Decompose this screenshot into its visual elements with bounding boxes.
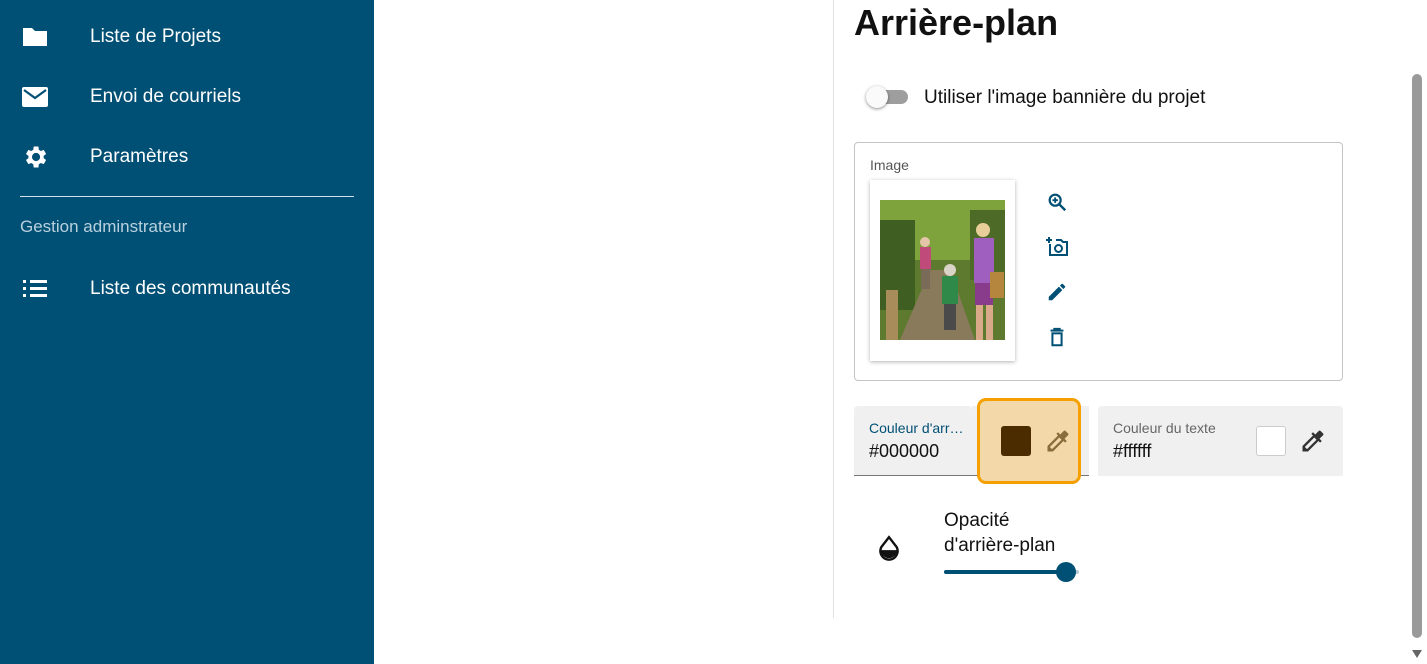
eyedropper-icon[interactable] — [1044, 427, 1072, 455]
hikers-photo — [880, 200, 1005, 340]
panel-divider — [833, 0, 834, 618]
sidebar: Liste de Projets Envoi de courriels Para… — [0, 0, 374, 664]
background-color-swatch[interactable] — [1001, 426, 1031, 456]
slider-fill — [944, 570, 1066, 574]
scroll-down-arrow[interactable] — [1412, 650, 1422, 658]
add-photo-icon — [1046, 237, 1068, 256]
sidebar-item-label: Liste des communautés — [90, 278, 291, 299]
sidebar-divider — [20, 196, 354, 197]
opacity-label: Opacité d'arrière-plan — [944, 510, 1056, 556]
edit-image-button[interactable] — [1043, 278, 1071, 306]
sidebar-item-label: Liste de Projets — [90, 26, 221, 47]
add-photo-button[interactable] — [1043, 233, 1071, 261]
sidebar-item-label: Paramètres — [90, 146, 189, 167]
eyedropper-icon[interactable] — [1299, 427, 1327, 455]
sidebar-item-settings[interactable]: Paramètres — [0, 133, 374, 181]
mail-icon — [20, 82, 50, 112]
text-color-value: #ffffff — [1113, 441, 1152, 461]
sidebar-section-title: Gestion adminstrateur — [20, 217, 188, 236]
background-color-value: #000000 — [869, 441, 940, 461]
image-thumbnail[interactable] — [870, 180, 1015, 361]
background-color-label: Couleur d'arrière-plan — [869, 420, 965, 436]
sidebar-item-label: Envoi de courriels — [90, 86, 242, 107]
zoom-in-icon — [1048, 193, 1067, 212]
sidebar-item-projects[interactable]: Liste de Projets — [0, 13, 374, 61]
toggle-thumb — [866, 86, 888, 108]
banner-toggle[interactable] — [866, 85, 912, 109]
list-icon — [20, 274, 50, 304]
folder-icon — [20, 22, 50, 52]
image-field-legend: Image — [870, 157, 909, 173]
zoom-in-button[interactable] — [1043, 188, 1071, 216]
slider-thumb[interactable] — [1055, 562, 1076, 582]
background-color-field[interactable]: Couleur d'arrière-plan #000000 — [854, 406, 972, 476]
text-color-label: Couleur du texte — [1113, 420, 1216, 436]
opacity-slider[interactable] — [944, 561, 1079, 583]
banner-toggle-label: Utiliser l'image bannière du projet — [924, 87, 1206, 108]
sidebar-item-communities[interactable]: Liste des communautés — [0, 265, 374, 313]
page-title: Arrière-plan — [854, 2, 1059, 43]
pencil-icon — [1048, 283, 1066, 301]
sidebar-item-emails[interactable]: Envoi de courriels — [0, 73, 374, 121]
gear-icon — [20, 142, 50, 172]
trash-icon — [1050, 327, 1064, 347]
delete-image-button[interactable] — [1043, 323, 1071, 351]
image-field: Image — [854, 142, 1343, 381]
scrollbar[interactable] — [1409, 0, 1427, 664]
opacity-icon — [879, 535, 899, 561]
scrollbar-thumb[interactable] — [1412, 74, 1422, 638]
text-color-swatch[interactable] — [1256, 426, 1286, 456]
